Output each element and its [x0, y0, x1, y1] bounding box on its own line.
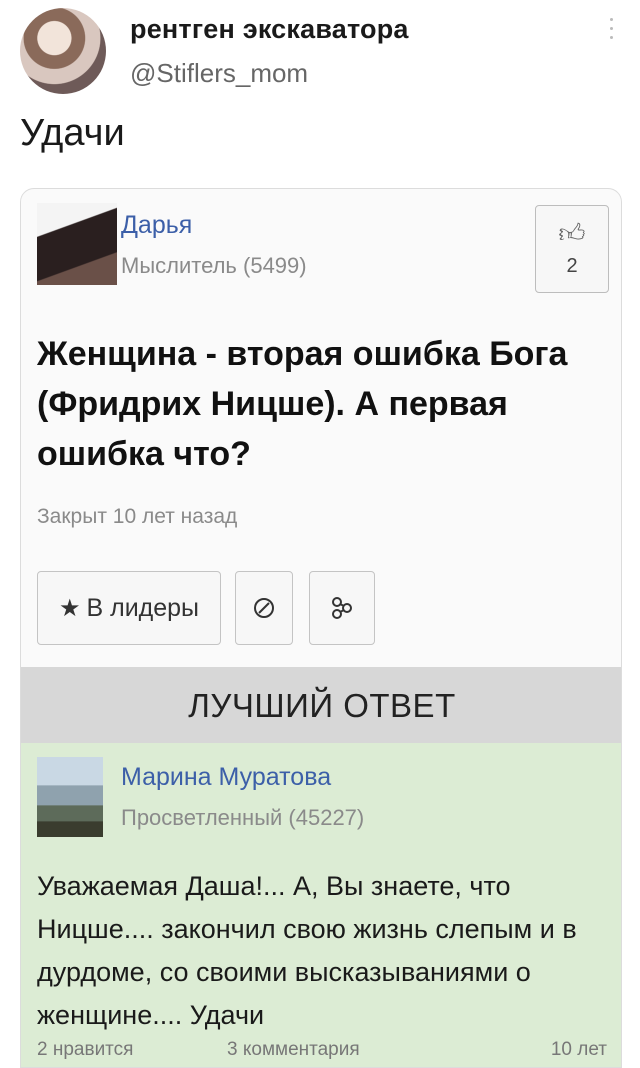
share-button[interactable] — [309, 571, 375, 645]
embedded-screenshot-card: Дарья Мыслитель (5499) 👍︎ 2 Женщина - вт… — [20, 188, 622, 1068]
display-name[interactable]: рентген экскаватора — [130, 14, 409, 45]
star-icon: ★ — [58, 594, 81, 622]
like-button[interactable]: 👍︎ 2 — [535, 205, 609, 293]
thumb-up-icon: 👍︎ — [558, 218, 586, 248]
to-leaders-label: В лидеры — [86, 593, 200, 622]
answerer-rank: Просветленный (45227) — [121, 805, 365, 830]
block-button[interactable] — [235, 571, 293, 645]
best-answer: Марина Муратова Просветленный (45227) Ув… — [21, 743, 621, 1067]
question-status: Закрыт 10 лет назад — [37, 505, 238, 528]
answer-comments[interactable]: 3 комментария — [227, 1039, 360, 1061]
tweet-text: Удачи — [20, 112, 125, 154]
more-vertical-icon[interactable] — [606, 18, 616, 48]
answerer-avatar[interactable] — [37, 757, 103, 837]
asker-name[interactable]: Дарья — [121, 211, 192, 240]
tweet-header: рентген экскаватора @Stiflers_mom — [18, 8, 622, 98]
answer-text: Уважаемая Даша!... А, Вы знаете, что Ниц… — [37, 871, 577, 1030]
asker-rank: Мыслитель (5499) — [121, 253, 307, 278]
answerer-name[interactable]: Марина Муратова — [121, 763, 331, 792]
user-handle[interactable]: @Stiflers_mom — [130, 58, 308, 89]
answer-age: 10 лет — [550, 1039, 607, 1060]
asker-avatar[interactable] — [37, 203, 117, 285]
user-avatar[interactable] — [20, 8, 106, 94]
to-leaders-button[interactable]: ★ В лидеры — [37, 571, 221, 645]
best-answer-banner: ЛУЧШИЙ ОТВЕТ — [21, 667, 621, 743]
answer-likes[interactable]: 2 нравится — [37, 1039, 133, 1061]
like-count: 2 — [566, 255, 578, 277]
share-icon — [332, 597, 352, 619]
block-icon — [254, 598, 274, 618]
question-text: Женщина - вторая ошибка Бога (Фридрих Ни… — [37, 335, 568, 473]
